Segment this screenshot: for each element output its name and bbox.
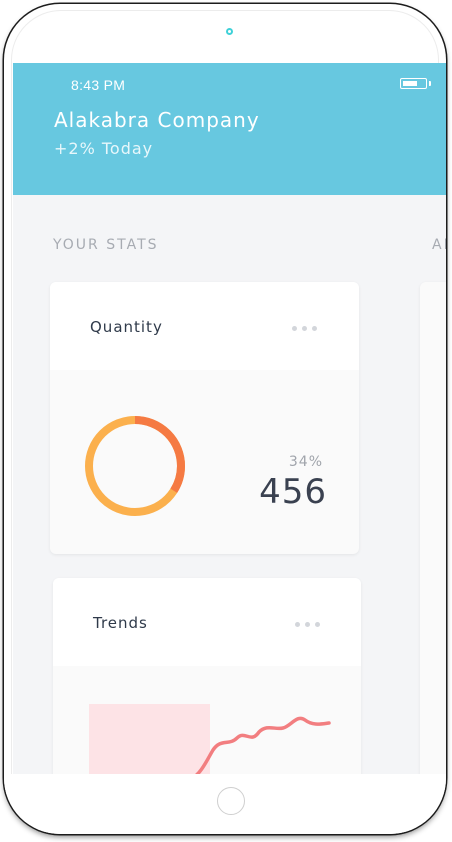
section-title-your-stats: YOUR STATS (53, 237, 159, 253)
battery-tip (429, 81, 431, 86)
home-button-icon[interactable] (217, 787, 245, 815)
app-header: 8:43 PM Alakabra Company +2% Today (13, 63, 446, 195)
quantity-card[interactable]: Quantity 34% 456 (50, 282, 359, 554)
front-camera-icon (226, 28, 233, 35)
status-bar-time: 8:43 PM (71, 77, 126, 93)
section-title-next: AB (432, 237, 446, 253)
phone-frame: 8:43 PM Alakabra Company +2% Today YOUR … (4, 4, 446, 834)
daily-change: +2% Today (54, 139, 154, 158)
battery-icon (400, 78, 427, 89)
next-card-peek[interactable] (420, 282, 446, 774)
trend-line (194, 716, 331, 774)
trend-highlight-area (89, 704, 210, 774)
company-name: Alakabra Company (54, 108, 260, 132)
app-screen: 8:43 PM Alakabra Company +2% Today YOUR … (13, 63, 446, 774)
quantity-value: 456 (259, 472, 327, 512)
quantity-percent: 34% (288, 454, 323, 470)
trends-card[interactable]: Trends (53, 578, 361, 774)
trend-chart (89, 704, 331, 774)
donut-chart (85, 416, 185, 516)
